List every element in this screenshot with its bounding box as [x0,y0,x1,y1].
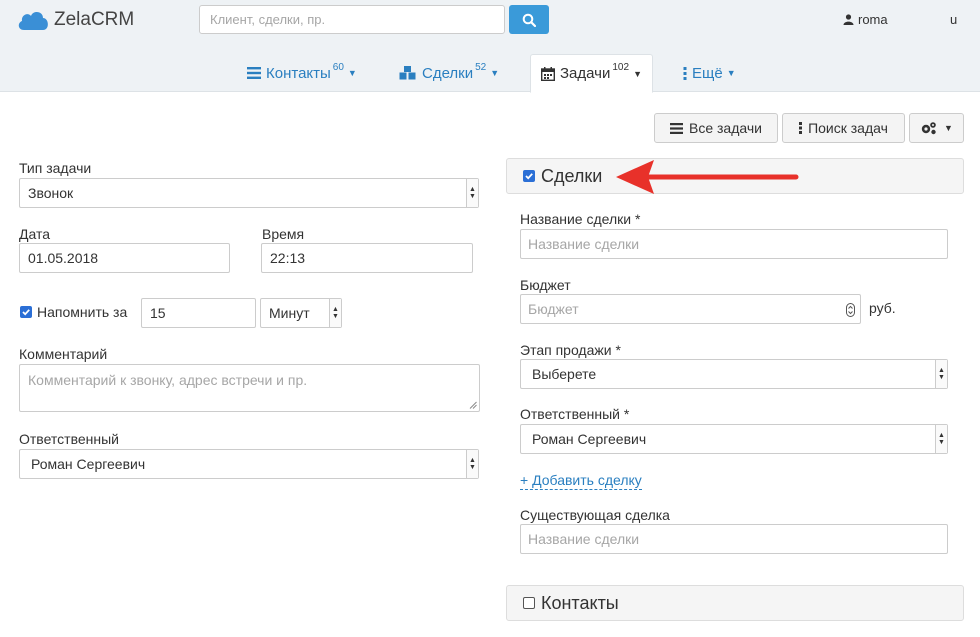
search-tasks-button[interactable]: Поиск задач [782,113,905,143]
list-icon [247,67,261,79]
resize-handle-icon[interactable] [469,401,477,409]
all-tasks-button[interactable]: Все задачи [654,113,778,143]
remind-unit-value: Минут [269,305,310,321]
currency-label: руб. [869,300,896,316]
calendar-icon [541,66,555,81]
add-deal-link[interactable]: + Добавить сделку [520,471,642,490]
budget-input[interactable]: Бюджет [520,294,861,324]
vertical-dots-icon [799,122,803,134]
deal-responsible-label: Ответственный * [520,406,630,422]
tab-deals-count: 52 [475,61,487,73]
deal-name-input[interactable]: Название сделки [520,229,948,259]
check-icon [22,309,30,316]
date-value: 01.05.2018 [28,250,99,266]
red-arrow-icon [616,160,799,194]
tab-tasks[interactable]: Задачи 102 ▼ [530,54,653,93]
contacts-checkbox[interactable] [523,597,535,609]
tab-tasks-count: 102 [612,62,630,73]
comment-label: Комментарий [19,346,108,362]
responsible-select[interactable]: Роман Сергеевич ▲ ▼ [19,449,479,479]
date-input[interactable]: 01.05.2018 [19,243,230,273]
deal-name-label: Название сделки * [520,211,641,227]
responsible-label: Ответственный [19,431,119,447]
budget-label: Бюджет [520,277,571,293]
list-icon [670,122,683,134]
remind-label: Напомнить за [37,304,128,320]
tab-more[interactable]: Ещё ▼ [683,54,736,92]
caret-down-icon: ▼ [347,68,357,78]
remind-amount-value: 15 [150,305,166,321]
user-name: roma [858,12,888,27]
deal-name-placeholder: Название сделки [528,236,640,252]
date-label: Дата [19,226,51,242]
deals-checkbox[interactable] [523,170,535,182]
stage-label: Этап продажи * [520,342,621,358]
tab-deals-label: Сделки [422,64,474,82]
caret-down-icon: ▼ [490,68,500,78]
budget-placeholder: Бюджет [528,301,579,317]
select-arrows-icon: ▲ ▼ [329,299,341,327]
contacts-panel-header[interactable]: Контакты [506,585,964,621]
existing-deal-input[interactable]: Название сделки [520,524,948,554]
time-value: 22:13 [270,250,306,266]
time-label: Время [262,226,305,242]
cubes-icon [399,66,416,80]
tab-contacts[interactable]: Контакты 60 ▼ [247,54,357,92]
search-tasks-label: Поиск задач [808,120,888,136]
logo-text: ZelaCRM [54,9,135,30]
spinner-icon[interactable] [846,303,855,317]
contacts-panel-title: Контакты [541,592,619,613]
search-input[interactable] [199,5,505,34]
search-button[interactable] [509,5,549,34]
time-input[interactable]: 22:13 [261,243,473,273]
comment-placeholder: Комментарий к звонку, адрес встречи и пр… [28,372,308,388]
remind-checkbox[interactable] [20,306,32,318]
tab-tasks-label: Задачи [560,65,611,82]
task-type-label: Тип задачи [19,160,92,176]
all-tasks-label: Все задачи [689,120,762,136]
select-arrows-icon: ▲ ▼ [466,179,478,207]
responsible-value: Роман Сергеевич [31,456,146,472]
caret-down-icon: ▼ [726,68,736,78]
remind-unit-select[interactable]: Минут ▲ ▼ [260,298,342,328]
remind-amount-input[interactable]: 15 [141,298,256,328]
select-arrows-icon: ▲ ▼ [466,450,478,478]
select-arrows-icon: ▲ ▼ [935,425,947,453]
logo[interactable]: ZelaCRM [16,6,134,34]
existing-deal-label: Существующая сделка [520,507,670,523]
stage-value: Выберете [532,366,597,382]
comment-textarea[interactable]: Комментарий к звонку, адрес встречи и пр… [19,364,480,412]
tab-more-label: Ещё [692,64,723,82]
tab-contacts-label: Контакты [266,64,331,82]
select-arrows-icon: ▲ ▼ [935,360,947,388]
caret-down-icon: ▼ [633,68,642,79]
search-icon [522,13,536,27]
user-icon [843,14,854,25]
deals-panel-title: Сделки [541,165,603,186]
task-type-select[interactable]: Звонок ▲ ▼ [19,178,479,208]
vertical-dots-icon [683,66,687,80]
user-menu[interactable]: roma [843,12,888,27]
check-icon [525,173,533,180]
tab-deals[interactable]: Сделки 52 ▼ [399,54,499,92]
deal-responsible-value: Роман Сергеевич [532,431,647,447]
caret-down-icon: ▼ [944,123,953,133]
tab-contacts-count: 60 [332,61,344,73]
settings-menu-button[interactable]: ▼ [909,113,964,143]
cloud-icon [18,12,48,30]
existing-deal-placeholder: Название сделки [528,531,640,547]
task-type-value: Звонок [28,185,74,201]
remind-row: Напомнить за [20,304,127,320]
language-switch[interactable]: u [950,12,957,27]
deal-responsible-select[interactable]: Роман Сергеевич ▲ ▼ [520,424,948,454]
stage-select[interactable]: Выберете ▲ ▼ [520,359,948,389]
gears-icon [921,122,936,135]
